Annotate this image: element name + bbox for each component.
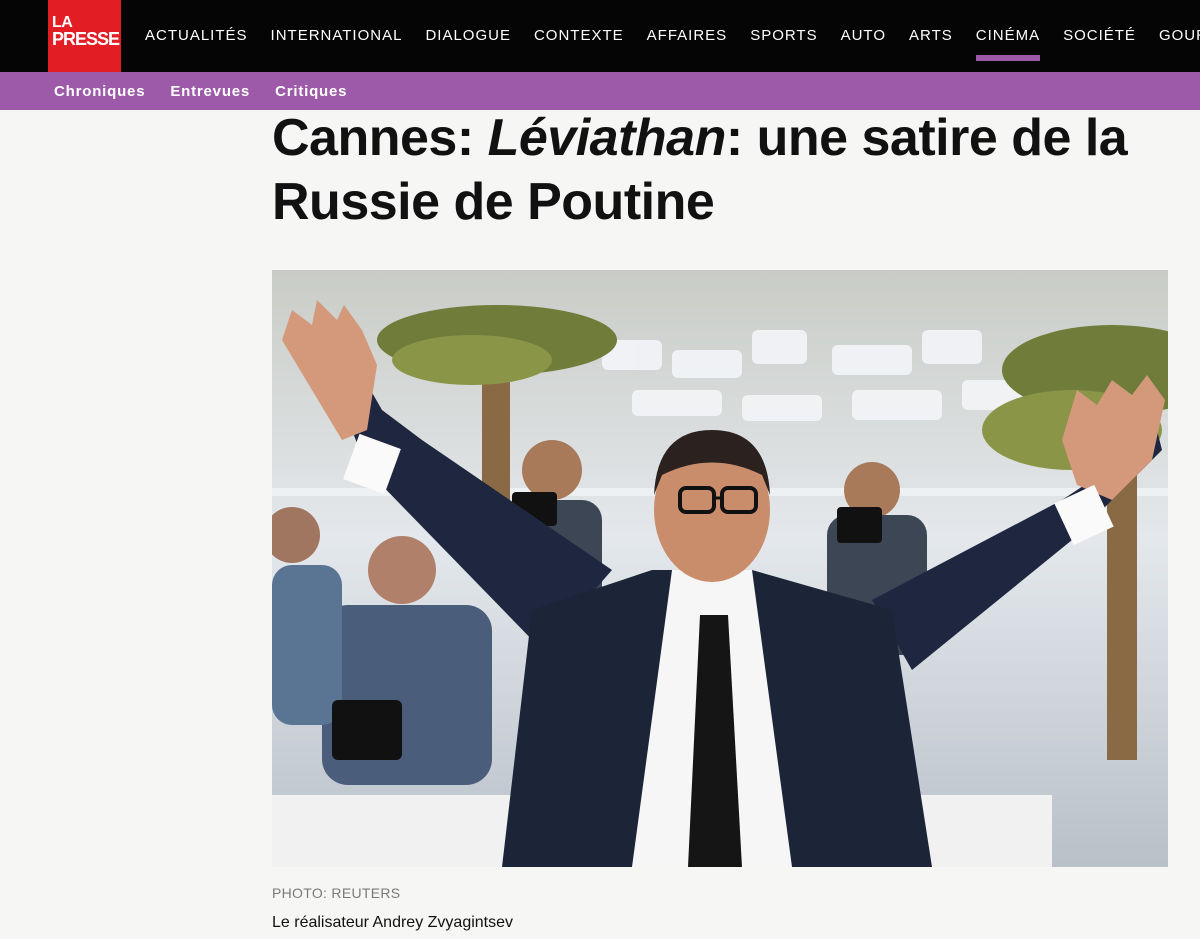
headline-film-title: Léviathan <box>487 109 727 167</box>
nav-item-cinema[interactable]: CINÉMA <box>964 0 1051 72</box>
main-nav: ACTUALITÉS INTERNATIONAL DIALOGUE CONTEXTE A… <box>133 0 1200 72</box>
article-headline: Cannes: Léviathan: une satire de la Russ… <box>272 106 1172 234</box>
nav-item-sports[interactable]: SPORTS <box>738 0 828 72</box>
subnav-item-chroniques[interactable]: Chroniques <box>54 72 145 112</box>
nav-item-arts[interactable]: ARTS <box>897 0 964 72</box>
nav-item-societe[interactable]: SOCIÉTÉ <box>1051 0 1147 72</box>
section-subnav: Chroniques Entrevues Critiques <box>0 72 1200 110</box>
nav-item-affaires[interactable]: AFFAIRES <box>635 0 739 72</box>
la-presse-logo[interactable]: LA PRESSE <box>48 0 121 72</box>
headline-prefix: Cannes: <box>272 109 488 167</box>
photo-caption: Le réalisateur Andrey Zvyagintsev <box>272 914 514 931</box>
subnav-item-entrevues[interactable]: Entrevues <box>170 72 250 112</box>
photo-illustration <box>272 270 1168 867</box>
nav-item-actualites[interactable]: ACTUALITÉS <box>133 0 259 72</box>
nav-item-auto[interactable]: AUTO <box>829 0 897 72</box>
nav-item-contexte[interactable]: CONTEXTE <box>522 0 635 72</box>
article-photo[interactable] <box>272 270 1168 867</box>
logo-line-2: PRESSE <box>52 29 120 49</box>
nav-item-gourmand[interactable]: GOURM <box>1147 0 1200 72</box>
photo-credit: PHOTO: REUTERS <box>272 885 401 901</box>
nav-item-dialogue[interactable]: DIALOGUE <box>413 0 522 72</box>
top-navigation: LA PRESSE ACTUALITÉS INTERNATIONAL DIALOGU… <box>0 0 1200 72</box>
nav-item-international[interactable]: INTERNATIONAL <box>259 0 414 72</box>
